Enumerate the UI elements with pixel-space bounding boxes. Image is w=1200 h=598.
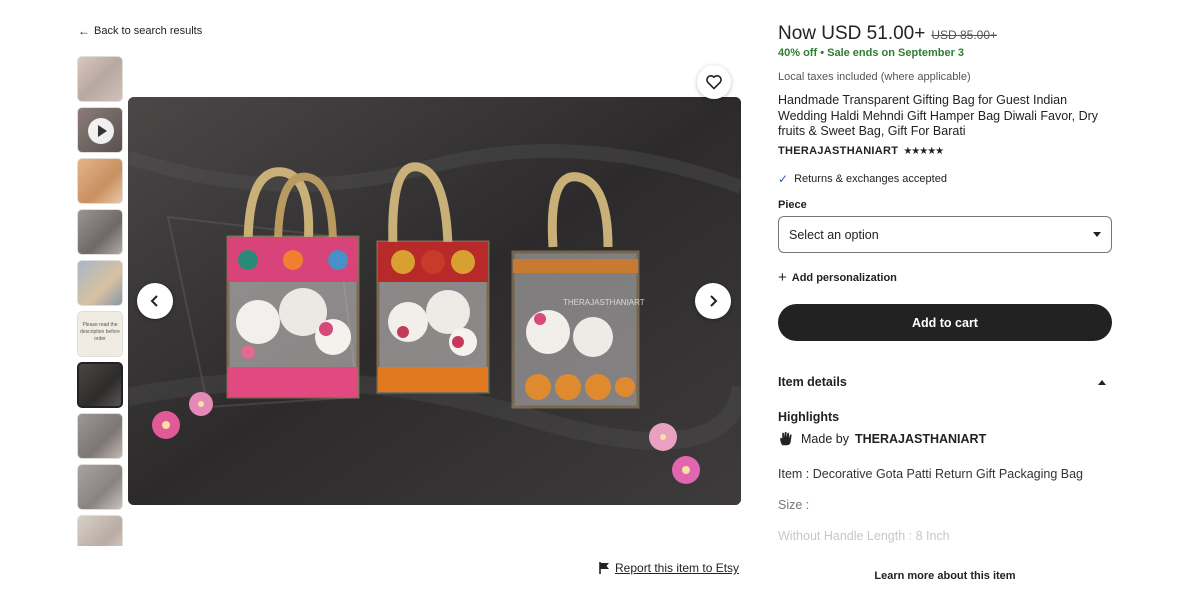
chevron-right-icon [710, 295, 718, 307]
original-price: USD 85.00+ [931, 28, 998, 42]
taxes-note: Local taxes included (where applicable) [778, 71, 971, 83]
add-personalization-button[interactable]: + Add personalization [778, 269, 897, 286]
thumbnail-1[interactable] [77, 56, 123, 102]
thumbnail-strip: Please read the description before order [77, 56, 123, 546]
hand-icon [780, 431, 792, 446]
price-row: Now USD 51.00+ USD 85.00+ [778, 23, 997, 45]
play-icon [88, 118, 114, 144]
heart-icon [706, 75, 722, 90]
back-link-label: Back to search results [94, 25, 203, 37]
checkmark-icon: ✓ [778, 172, 789, 186]
thumbnail-7-selected[interactable] [77, 362, 123, 408]
arrow-left-icon: ← [78, 24, 90, 38]
main-product-image[interactable]: THERAJASTHANIART [128, 97, 741, 505]
thumbnail-4[interactable] [77, 209, 123, 255]
shop-row[interactable]: THERAJASTHANIART ★★★★★ [778, 145, 944, 157]
description-size-line: Size : [778, 498, 810, 512]
caret-up-icon [1098, 379, 1106, 385]
thumbnail-5[interactable] [77, 260, 123, 306]
learn-more-button[interactable]: Learn more about this item [778, 570, 1112, 582]
back-to-search-link[interactable]: ← Back to search results [78, 24, 202, 38]
item-details-toggle[interactable]: Item details [778, 375, 1112, 389]
thumbnail-video[interactable] [77, 107, 123, 153]
made-by-shop: THERAJASTHANIART [854, 431, 987, 446]
piece-select-value: Select an option [789, 227, 879, 242]
caret-down-icon [1093, 232, 1101, 237]
star-rating-icon: ★★★★★ [903, 145, 944, 157]
shop-name[interactable]: THERAJASTHANIART [778, 145, 898, 157]
image-watermark: THERAJASTHANIART [563, 298, 645, 307]
returns-label: Returns & exchanges accepted [794, 173, 947, 185]
description-length-line: Without Handle Length : 8 Inch [778, 529, 950, 543]
thumbnail-8[interactable] [77, 413, 123, 459]
discount-label: 40% off [778, 47, 818, 59]
flag-icon [599, 562, 609, 574]
report-item-label: Report this item to Etsy [615, 561, 740, 575]
next-image-button[interactable] [695, 283, 731, 319]
add-to-cart-button[interactable]: Add to cart [778, 304, 1112, 341]
sale-end-label: Sale ends on September 3 [827, 47, 965, 59]
report-item-link[interactable]: Report this item to Etsy [599, 561, 739, 575]
item-details-heading: Item details [778, 375, 847, 389]
returns-info: ✓ Returns & exchanges accepted [778, 172, 947, 186]
piece-label: Piece [778, 199, 807, 211]
previous-image-button[interactable] [137, 283, 173, 319]
thumbnail-3[interactable] [77, 158, 123, 204]
thumbnail-note[interactable]: Please read the description before order [77, 311, 123, 357]
piece-select[interactable]: Select an option [778, 216, 1112, 253]
description-item-line: Item : Decorative Gota Patti Return Gift… [778, 467, 1084, 481]
sale-info: 40% off • Sale ends on September 3 [778, 47, 964, 59]
plus-icon: + [778, 269, 787, 286]
product-photo-illustration: THERAJASTHANIART [128, 97, 741, 505]
highlights-heading: Highlights [778, 410, 840, 424]
thumbnail-9[interactable] [77, 464, 123, 510]
chevron-left-icon [150, 295, 158, 307]
made-by-prefix: Made by [801, 431, 849, 446]
thumbnail-10[interactable] [77, 515, 123, 546]
made-by-row: Made by THERAJASTHANIART [778, 430, 986, 447]
listing-title: Handmade Transparent Gifting Bag for Gue… [778, 93, 1099, 138]
current-price: Now USD 51.00+ [778, 23, 926, 44]
favorite-button[interactable] [697, 65, 731, 99]
add-personalization-label: Add personalization [791, 271, 897, 284]
thumbnail-note-text: Please read the description before order [78, 312, 122, 356]
